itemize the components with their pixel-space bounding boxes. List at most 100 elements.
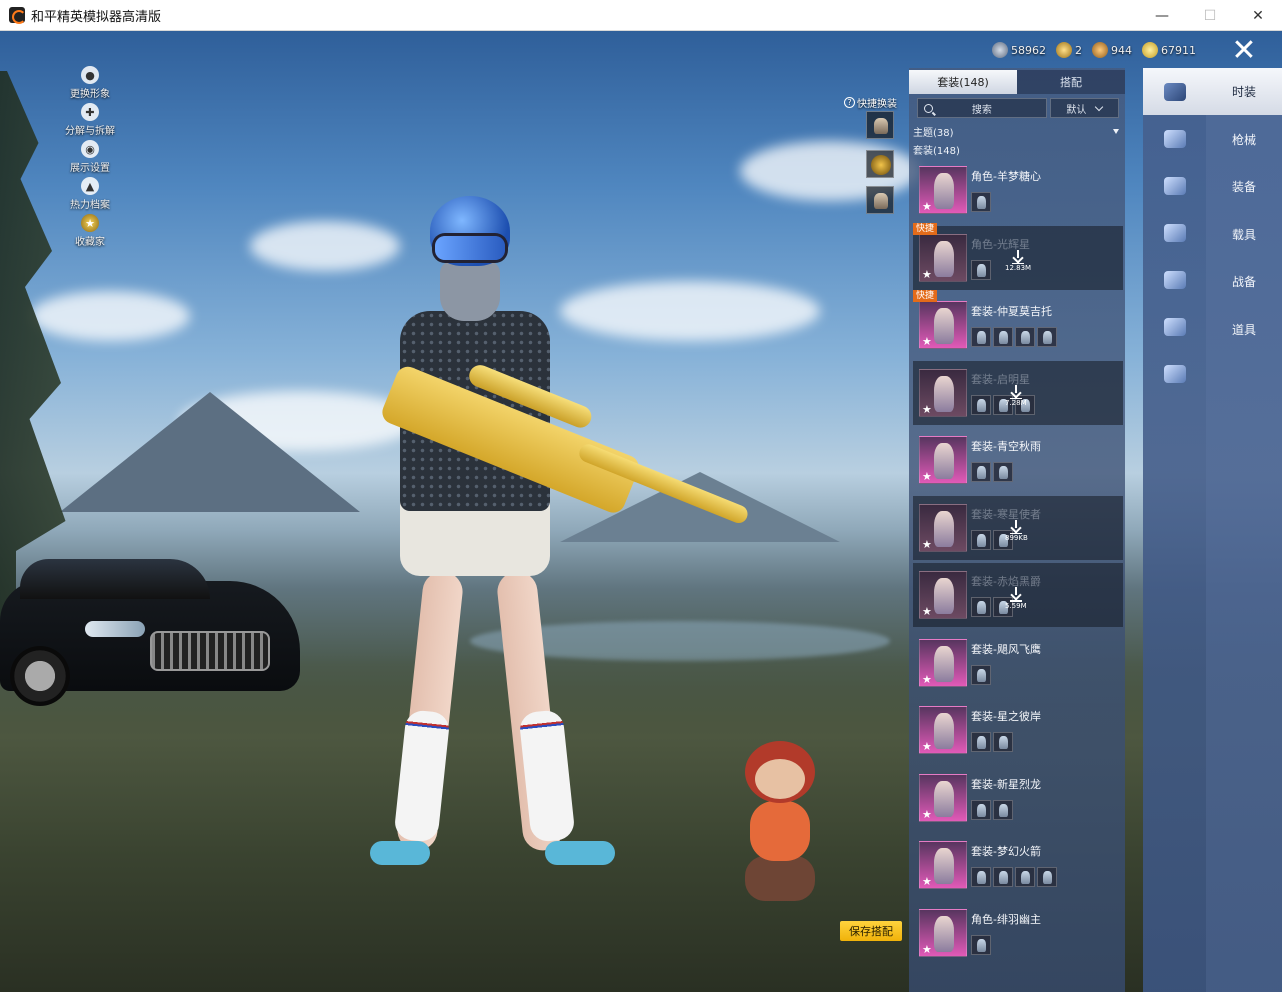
- outfit-part-icon[interactable]: [971, 597, 991, 617]
- person-icon: ●: [81, 66, 99, 84]
- character-figure-icon: [934, 510, 954, 547]
- category-tab[interactable]: 枪械: [1206, 116, 1282, 163]
- outfit-name: 套装-星之彼岸: [971, 710, 1041, 723]
- outfit-part-icon[interactable]: [993, 732, 1013, 752]
- sort-dropdown[interactable]: 默认: [1049, 98, 1119, 118]
- resource-silver[interactable]: 58962: [992, 42, 1046, 58]
- outfit-name: 角色-羊梦糖心: [971, 170, 1041, 183]
- category-tab[interactable]: 时装: [1206, 68, 1282, 115]
- item-type-helmet[interactable]: [1143, 209, 1206, 256]
- outfit-thumbnail: ★: [919, 166, 967, 214]
- outfit-parts: [971, 799, 1013, 820]
- menu-heat-profile[interactable]: ▲ 热力档案: [58, 177, 122, 214]
- outfit-part-icon[interactable]: [971, 327, 991, 347]
- outfit-list-item[interactable]: ★ 套装-青空秋雨: [913, 428, 1123, 492]
- menu-change-appearance[interactable]: ● 更换形象: [58, 66, 122, 103]
- outfit-part-icon[interactable]: [993, 867, 1013, 887]
- outfit-list-item[interactable]: ★ 套装-仲夏莫吉托 快捷: [913, 290, 1123, 357]
- download-button[interactable]: 5.59M: [1005, 587, 1027, 610]
- cloud: [30, 291, 190, 341]
- outfit-thumbnail: ★: [919, 706, 967, 754]
- menu-display-settings[interactable]: ◉ 展示设置: [58, 140, 122, 177]
- outfit-part-icon[interactable]: [1037, 327, 1057, 347]
- item-type-parachute[interactable]: [1143, 115, 1206, 162]
- outfit-part-icon[interactable]: [1015, 327, 1035, 347]
- quick-swap-slot[interactable]: [866, 186, 894, 214]
- left-menu: ● 更换形象 ✚ 分解与拆解 ◉ 展示设置 ▲ 热力档案 ★ 收藏家: [58, 66, 122, 251]
- save-outfit-button[interactable]: 保存搭配: [840, 921, 902, 941]
- search-input[interactable]: 搜索: [917, 98, 1047, 118]
- outfit-part-icon[interactable]: [971, 462, 991, 482]
- tab-match[interactable]: 搭配: [1017, 70, 1125, 94]
- backpack-icon: [1163, 176, 1186, 195]
- collector-badge-icon: ★: [81, 214, 99, 232]
- outfit-part-icon[interactable]: [971, 732, 991, 752]
- item-type-vehicle[interactable]: [1143, 256, 1206, 303]
- outfit-part-icon[interactable]: [971, 664, 991, 685]
- car-headlight: [85, 621, 145, 637]
- quick-tag: 快捷: [913, 222, 938, 235]
- close-window-button[interactable]: ✕: [1234, 0, 1282, 31]
- star-icon: ★: [922, 537, 932, 551]
- resource-gold-badge[interactable]: 2: [1056, 42, 1082, 58]
- car-grille: [150, 631, 270, 671]
- theme-filter[interactable]: 主题(38): [913, 124, 1123, 139]
- resource-bar: 58962 2 944 67911: [992, 40, 1196, 60]
- download-size: 7.28M: [1005, 399, 1027, 407]
- outfit-list-item[interactable]: ★ 套装-寒星使者 899KB: [913, 495, 1123, 560]
- menu-label: 收藏家: [75, 237, 105, 248]
- character-figure-icon: [934, 848, 954, 884]
- category-tab[interactable]: 载具: [1206, 211, 1282, 258]
- outfit-list-item[interactable]: ★ 角色-羊梦糖心: [913, 158, 1123, 222]
- maximize-button[interactable]: ☐: [1186, 0, 1234, 31]
- outfit-part-icon[interactable]: [971, 867, 991, 887]
- category-tab[interactable]: 道具: [1206, 306, 1282, 353]
- outfit-list-item[interactable]: ★ 套装-飓风飞鹰: [913, 631, 1123, 695]
- outfit-name: 套装-新星烈龙: [971, 777, 1041, 791]
- outfit-part-icon[interactable]: [1037, 867, 1057, 887]
- bronze-coin-icon: [1092, 42, 1108, 58]
- item-type-outfit[interactable]: [1143, 68, 1206, 115]
- resource-bronze[interactable]: 944: [1092, 42, 1132, 58]
- outfit-part-icon[interactable]: [993, 799, 1013, 820]
- quick-swap-slot[interactable]: [866, 111, 894, 139]
- outfit-list-item[interactable]: ★ 套装-赤焰黑爵 5.59M: [913, 563, 1123, 627]
- outfit-part-icon[interactable]: [971, 259, 991, 280]
- outfit-list-item[interactable]: ★ 角色-绯羽幽主: [913, 901, 1123, 965]
- download-button[interactable]: 12.83M: [1005, 249, 1031, 272]
- outfit-list-item[interactable]: ★ 套装-新星烈龙: [913, 766, 1123, 830]
- item-type-pet[interactable]: [1143, 303, 1206, 350]
- gold-coin-icon: [1142, 42, 1158, 58]
- close-wardrobe-button[interactable]: ✕: [1206, 31, 1282, 69]
- outfit-list-item[interactable]: ★ 套装-星之彼岸: [913, 698, 1123, 762]
- outfit-part-icon[interactable]: [971, 192, 991, 212]
- outfit-part-icon[interactable]: [971, 799, 991, 820]
- quick-swap-header[interactable]: ? 快捷换装: [844, 95, 897, 110]
- item-type-emote[interactable]: [1143, 350, 1206, 397]
- mountain: [60, 392, 360, 512]
- menu-collector[interactable]: ★ 收藏家: [58, 214, 122, 251]
- gold-badge-icon: [1056, 42, 1072, 58]
- tab-suits[interactable]: 套装(148): [909, 70, 1017, 94]
- item-type-backpack[interactable]: [1143, 162, 1206, 209]
- outfit-list-item[interactable]: ★ 套装-启明星 7.28M: [913, 360, 1123, 425]
- outfit-thumb-icon: [874, 193, 888, 209]
- download-button[interactable]: 899KB: [1005, 519, 1028, 542]
- minimize-button[interactable]: —: [1138, 0, 1186, 31]
- download-button[interactable]: 7.28M: [1005, 384, 1027, 407]
- outfit-part-icon[interactable]: [993, 462, 1013, 482]
- outfit-list-item[interactable]: ★ 角色-光辉星 快捷 12.83M: [913, 222, 1123, 290]
- outfit-part-icon[interactable]: [971, 394, 991, 415]
- outfit-part-icon[interactable]: [1015, 867, 1035, 887]
- outfit-list-item[interactable]: ★ 套装-梦幻火箭: [913, 833, 1123, 897]
- resource-gold[interactable]: 67911: [1142, 42, 1196, 58]
- quick-swap-slot[interactable]: [866, 150, 894, 178]
- star-icon: ★: [922, 402, 932, 416]
- outfit-part-icon[interactable]: [971, 934, 991, 955]
- category-tab[interactable]: 装备: [1206, 163, 1282, 210]
- outfit-part-icon[interactable]: [993, 327, 1013, 347]
- category-tab[interactable]: 战备: [1206, 258, 1282, 305]
- menu-decompose[interactable]: ✚ 分解与拆解: [58, 103, 122, 140]
- outfit-part-icon[interactable]: [971, 529, 991, 550]
- resource-value: 944: [1111, 43, 1132, 57]
